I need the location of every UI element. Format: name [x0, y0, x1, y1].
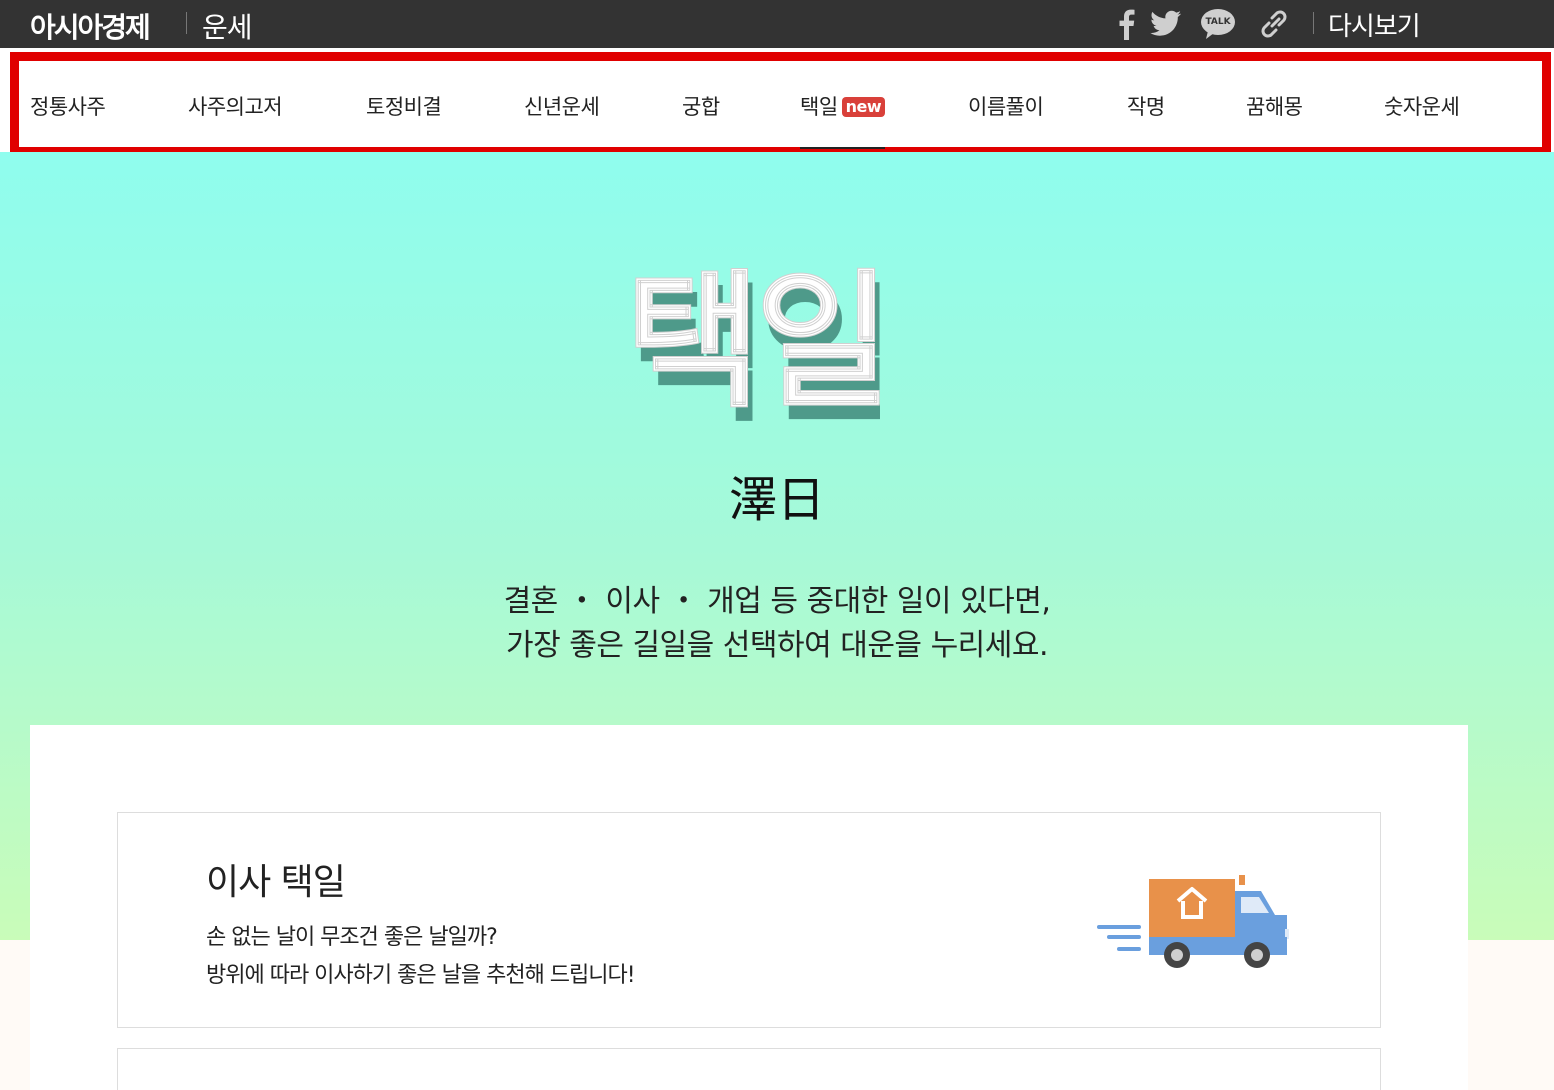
- twitter-icon[interactable]: [1148, 6, 1184, 42]
- nav-item-dream[interactable]: 꿈해몽: [1246, 91, 1303, 121]
- nav-item-label: 택일: [800, 95, 838, 119]
- kakaotalk-icon[interactable]: TALK: [1200, 6, 1236, 42]
- nav-item-tojeong[interactable]: 토정비결: [366, 91, 442, 121]
- card-desc-line-2: 방위에 따라 이사하기 좋은 날을 추천해 드립니다!: [206, 963, 636, 988]
- section-title[interactable]: 운세: [202, 6, 253, 46]
- nav-item-number[interactable]: 숫자운세: [1384, 91, 1460, 121]
- top-bar: 아시아경제 운세 TALK 다시보기: [0, 0, 1554, 48]
- new-badge: new: [841, 97, 886, 117]
- nav-item-saju[interactable]: 정통사주: [30, 91, 106, 121]
- nav-item-date-selection[interactable]: 택일 new: [800, 91, 886, 149]
- next-card[interactable]: [117, 1048, 1381, 1090]
- link-icon[interactable]: [1256, 6, 1292, 42]
- moving-date-card[interactable]: 이사 택일 손 없는 날이 무조건 좋은 날일까? 방위에 따라 이사하기 좋은…: [117, 812, 1381, 1028]
- kakaotalk-label: TALK: [1205, 17, 1231, 27]
- nav-item-saju-gojeo[interactable]: 사주의고저: [188, 91, 283, 121]
- nav-item-new-year[interactable]: 신년운세: [524, 91, 600, 121]
- facebook-icon[interactable]: [1108, 6, 1144, 42]
- hero-hanja: 澤日: [728, 472, 825, 528]
- hero-desc-line-1: 결혼 ・ 이사 ・ 개업 등 중대한 일이 있다면,: [503, 584, 1051, 619]
- moving-truck-icon: [1093, 875, 1293, 971]
- hero-title: 택일 택일: [620, 260, 897, 440]
- logo[interactable]: 아시아경제: [30, 6, 151, 46]
- nav-item-name-reading[interactable]: 이름풀이: [968, 91, 1044, 121]
- replay-button[interactable]: 다시보기: [1328, 6, 1421, 43]
- hero-description: 결혼 ・ 이사 ・ 개업 등 중대한 일이 있다면, 가장 좋은 길일을 선택하…: [0, 580, 1554, 668]
- hero-title-text: 택일: [625, 262, 880, 422]
- nav-item-compatibility[interactable]: 궁합: [682, 91, 720, 121]
- card-desc-line-1: 손 없는 날이 무조건 좋은 날일까?: [206, 925, 498, 950]
- card-title: 이사 택일: [206, 862, 346, 903]
- nav-item-naming[interactable]: 작명: [1127, 91, 1165, 121]
- share-divider: [1313, 12, 1314, 34]
- logo-divider: [186, 12, 187, 34]
- hero-desc-line-2: 가장 좋은 길일을 선택하여 대운을 누리세요.: [505, 628, 1049, 663]
